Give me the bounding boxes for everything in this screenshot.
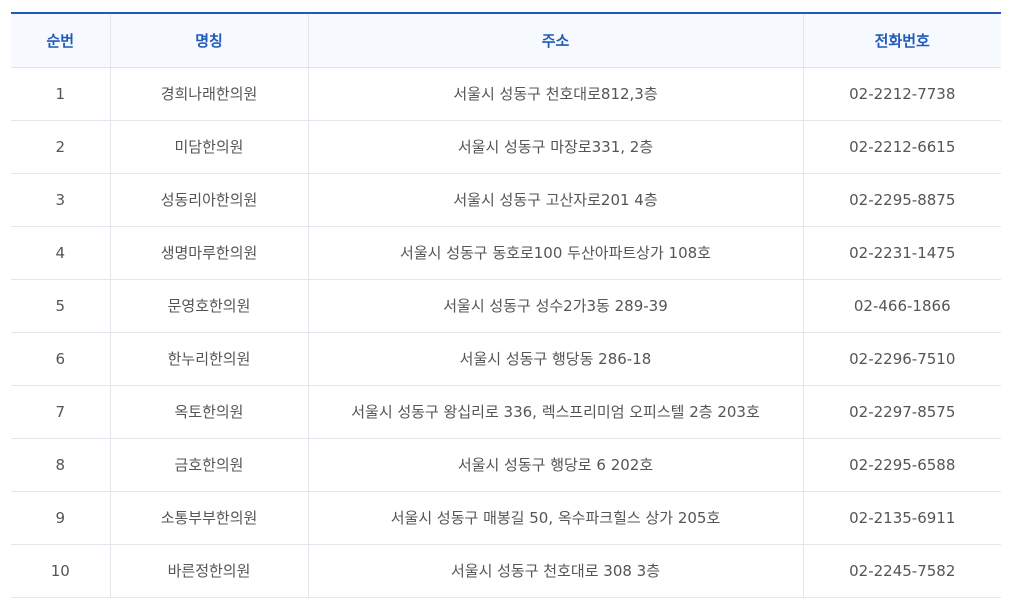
cell-phone: 02-2296-7510: [802, 332, 1001, 386]
cell-address: 서울시 성동구 천호대로 308 3층: [307, 544, 803, 598]
cell-address: 서울시 성동구 마장로331, 2층: [307, 120, 803, 174]
cell-phone: 02-2295-6588: [802, 438, 1001, 492]
cell-name: 금호한의원: [109, 438, 308, 492]
cell-name: 생명마루한의원: [109, 226, 308, 280]
table-header: 순번 명칭 주소 전화번호: [11, 12, 1001, 68]
cell-phone: 02-2135-6911: [802, 491, 1001, 545]
header-name: 명칭: [109, 12, 308, 68]
cell-address: 서울시 성동구 천호대로812,3층: [307, 67, 803, 121]
header-row: 순번 명칭 주소 전화번호: [11, 12, 1001, 68]
cell-no: 10: [11, 544, 110, 598]
cell-no: 9: [11, 491, 110, 545]
cell-no: 4: [11, 226, 110, 280]
cell-phone: 02-2297-8575: [802, 385, 1001, 439]
table-row: 6 한누리한의원 서울시 성동구 행당동 286-18 02-2296-7510: [11, 332, 1001, 386]
cell-phone: 02-2212-6615: [802, 120, 1001, 174]
cell-name: 소통부부한의원: [109, 491, 308, 545]
cell-no: 2: [11, 120, 110, 174]
header-phone: 전화번호: [802, 12, 1001, 68]
cell-address: 서울시 성동구 고산자로201 4층: [307, 173, 803, 227]
cell-no: 3: [11, 173, 110, 227]
table-row: 3 성동리아한의원 서울시 성동구 고산자로201 4층 02-2295-887…: [11, 173, 1001, 227]
cell-no: 1: [11, 67, 110, 121]
cell-address: 서울시 성동구 행당동 286-18: [307, 332, 803, 386]
cell-phone: 02-2212-7738: [802, 67, 1001, 121]
cell-name: 한누리한의원: [109, 332, 308, 386]
cell-address: 서울시 성동구 행당로 6 202호: [307, 438, 803, 492]
cell-address: 서울시 성동구 동호로100 두산아파트상가 108호: [307, 226, 803, 280]
cell-phone: 02-2295-8875: [802, 173, 1001, 227]
header-no: 순번: [11, 12, 110, 68]
cell-name: 옥토한의원: [109, 385, 308, 439]
clinic-table: 순번 명칭 주소 전화번호 1 경희나래한의원 서울시 성동구 천호대로812,…: [11, 12, 1001, 598]
cell-name: 문영호한의원: [109, 279, 308, 333]
cell-no: 6: [11, 332, 110, 386]
cell-name: 성동리아한의원: [109, 173, 308, 227]
cell-name: 바른정한의원: [109, 544, 308, 598]
cell-phone: 02-466-1866: [802, 279, 1001, 333]
cell-no: 7: [11, 385, 110, 439]
table-row: 5 문영호한의원 서울시 성동구 성수2가3동 289-39 02-466-18…: [11, 279, 1001, 333]
cell-name: 미담한의원: [109, 120, 308, 174]
table-row: 10 바른정한의원 서울시 성동구 천호대로 308 3층 02-2245-75…: [11, 544, 1001, 598]
cell-no: 5: [11, 279, 110, 333]
table-body: 1 경희나래한의원 서울시 성동구 천호대로812,3층 02-2212-773…: [11, 67, 1001, 598]
cell-no: 8: [11, 438, 110, 492]
table-row: 1 경희나래한의원 서울시 성동구 천호대로812,3층 02-2212-773…: [11, 67, 1001, 121]
cell-address: 서울시 성동구 왕십리로 336, 렉스프리미엄 오피스텔 2층 203호: [307, 385, 803, 439]
table-row: 4 생명마루한의원 서울시 성동구 동호로100 두산아파트상가 108호 02…: [11, 226, 1001, 280]
table-row: 8 금호한의원 서울시 성동구 행당로 6 202호 02-2295-6588: [11, 438, 1001, 492]
table-row: 2 미담한의원 서울시 성동구 마장로331, 2층 02-2212-6615: [11, 120, 1001, 174]
cell-address: 서울시 성동구 매봉길 50, 옥수파크힐스 상가 205호: [307, 491, 803, 545]
cell-name: 경희나래한의원: [109, 67, 308, 121]
table-row: 7 옥토한의원 서울시 성동구 왕십리로 336, 렉스프리미엄 오피스텔 2층…: [11, 385, 1001, 439]
cell-address: 서울시 성동구 성수2가3동 289-39: [307, 279, 803, 333]
cell-phone: 02-2231-1475: [802, 226, 1001, 280]
header-address: 주소: [307, 12, 803, 68]
table-row: 9 소통부부한의원 서울시 성동구 매봉길 50, 옥수파크힐스 상가 205호…: [11, 491, 1001, 545]
cell-phone: 02-2245-7582: [802, 544, 1001, 598]
clinic-table-container: 순번 명칭 주소 전화번호 1 경희나래한의원 서울시 성동구 천호대로812,…: [11, 12, 1001, 598]
